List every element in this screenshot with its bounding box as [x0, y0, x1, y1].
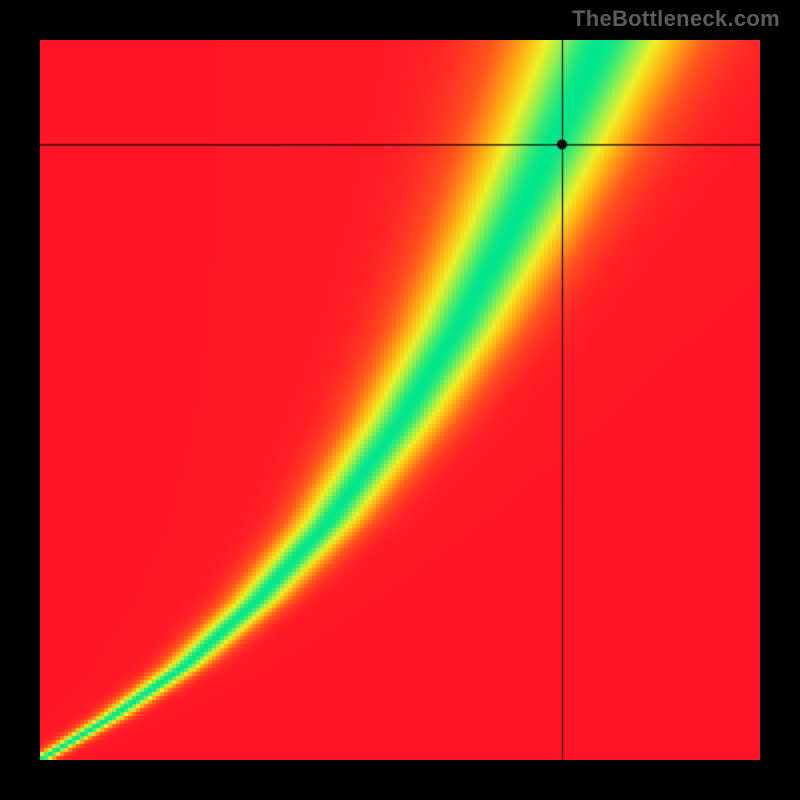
chart-container: TheBottleneck.com [0, 0, 800, 800]
watermark-text: TheBottleneck.com [572, 6, 780, 32]
heatmap-canvas [40, 40, 760, 760]
